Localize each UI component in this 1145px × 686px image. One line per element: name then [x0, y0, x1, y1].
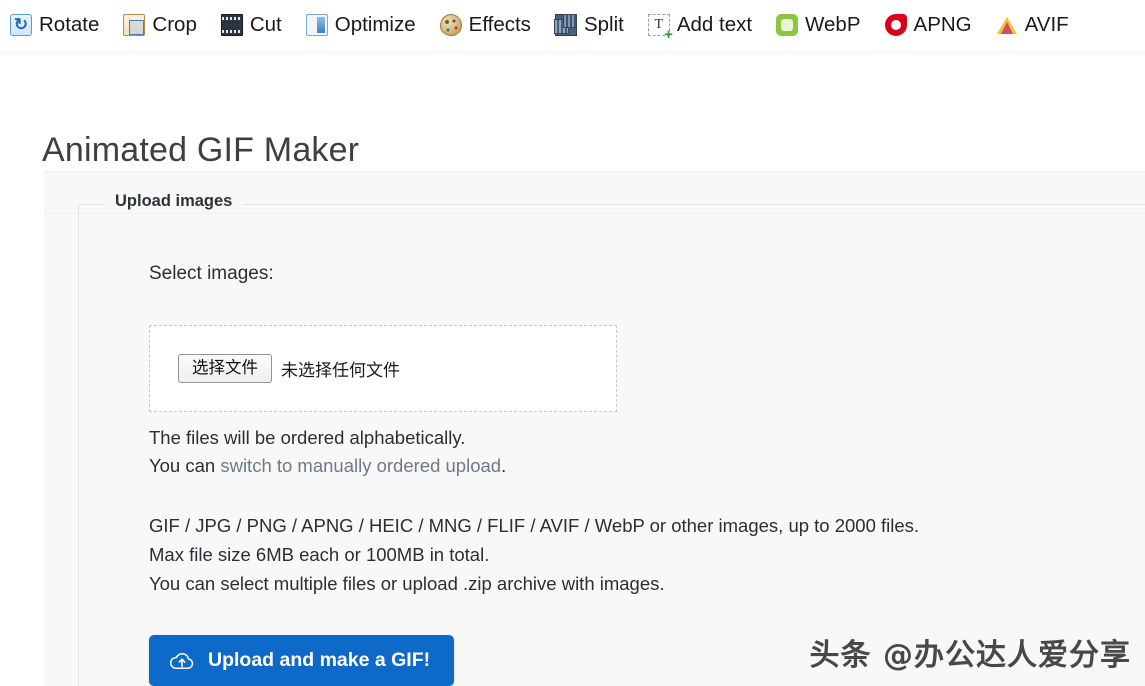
add-text-icon	[647, 14, 673, 42]
toolbar-item-label: AVIF	[1024, 12, 1069, 36]
upload-panel: Upload images Select images: 选择文件 未选择任何文…	[44, 171, 1145, 686]
toolbar-item-add-text[interactable]: Add text	[647, 12, 753, 42]
crop-icon	[123, 14, 146, 36]
toolbar-item-label: Optimize	[334, 12, 416, 36]
toolbar-item-label: Rotate	[39, 12, 100, 36]
toolbar-item-label: APNG	[913, 12, 972, 36]
toolbar-item-label: Effects	[468, 12, 531, 36]
rotate-icon	[10, 14, 32, 36]
select-images-label: Select images:	[149, 263, 274, 284]
toolbar-item-rotate[interactable]: Rotate	[10, 14, 99, 36]
upload-images-fieldset: Upload images Select images: 选择文件 未选择任何文…	[78, 192, 1145, 686]
webp-icon	[776, 14, 799, 36]
avif-icon	[996, 14, 1018, 36]
watermark-text: 头条 @办公达人爱分享	[809, 638, 1131, 673]
note-multiple-files: You can select multiple files or upload …	[149, 573, 665, 594]
choose-file-button[interactable]: 选择文件	[178, 353, 272, 384]
upload-button-label: Upload and make a GIF!	[208, 649, 431, 671]
toolbar-item-effects[interactable]: Effects	[439, 12, 531, 36]
toolbar-item-label: Split	[583, 12, 624, 36]
note-alphabetical-order: The files will be ordered alphabetically…	[149, 427, 466, 448]
toolbar-item-label: Crop	[152, 12, 197, 36]
note-switch-prefix: You can	[149, 455, 221, 476]
apng-icon	[884, 14, 907, 36]
cloud-upload-icon	[169, 652, 194, 669]
toolbar-item-optimize[interactable]: Optimize	[305, 12, 416, 36]
note-switch-suffix: .	[501, 455, 507, 476]
toolbar-item-webp[interactable]: WebP	[776, 12, 861, 36]
fieldset-legend: Upload images	[105, 192, 243, 211]
split-icon	[553, 14, 577, 36]
optimize-icon	[305, 14, 328, 36]
toolbar-item-cut[interactable]: Cut	[220, 12, 282, 36]
note-switch-order: You can switch to manually ordered uploa…	[149, 455, 506, 477]
no-file-selected-text: 未选择任何文件	[281, 360, 400, 380]
toolbar-item-label: Cut	[249, 12, 282, 36]
switch-to-manual-upload-link[interactable]: switch to manually ordered upload	[220, 455, 501, 476]
top-toolbar: Rotate Crop Cut Optimize Effects Split A…	[0, 0, 1145, 55]
cut-icon	[220, 14, 243, 36]
upload-and-make-gif-button[interactable]: Upload and make a GIF!	[149, 635, 455, 686]
file-dropzone[interactable]: 选择文件 未选择任何文件	[149, 325, 617, 412]
note-max-file-size: Max file size 6MB each or 100MB in total…	[149, 544, 490, 565]
file-input-row[interactable]: 选择文件 未选择任何文件	[178, 353, 400, 384]
toolbar-item-split[interactable]: Split	[553, 12, 624, 36]
toolbar-item-avif[interactable]: AVIF	[996, 14, 1069, 36]
toolbar-item-label: WebP	[805, 12, 861, 36]
note-supported-formats: GIF / JPG / PNG / APNG / HEIC / MNG / FL…	[149, 515, 920, 536]
toolbar-item-label: Add text	[676, 12, 753, 36]
toolbar-item-apng[interactable]: APNG	[884, 12, 972, 36]
page-title: Animated GIF Maker	[42, 130, 360, 169]
toolbar-item-crop[interactable]: Crop	[123, 12, 197, 36]
effects-icon	[439, 14, 462, 36]
